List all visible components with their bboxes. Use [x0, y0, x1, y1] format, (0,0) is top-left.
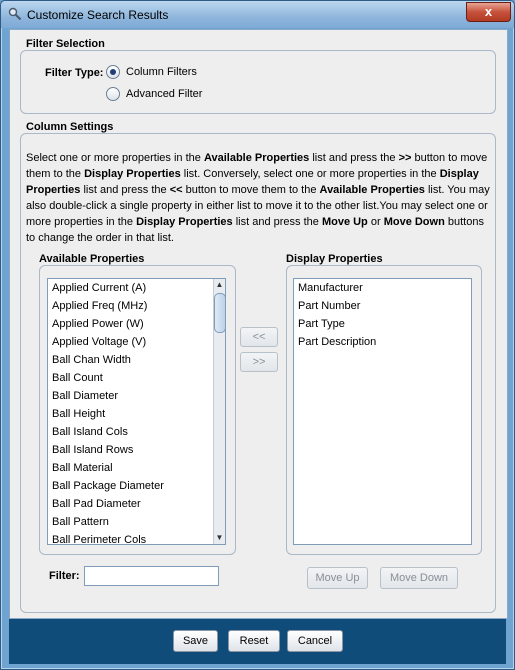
radio-advanced-filter[interactable]: Advanced Filter — [106, 87, 202, 101]
list-item[interactable]: Part Type — [294, 315, 471, 333]
instructions-segment: or — [367, 216, 384, 228]
list-item[interactable]: Ball Perimeter Cols — [48, 531, 225, 544]
window-title: Customize Search Results — [27, 8, 169, 22]
dialog-footer: Save Reset Cancel — [9, 619, 506, 664]
list-item[interactable]: Applied Freq (MHz) — [48, 297, 225, 315]
list-item[interactable]: Applied Power (W) — [48, 315, 225, 333]
list-item[interactable]: Applied Current (A) — [48, 279, 225, 297]
scroll-down-icon[interactable]: ▼ — [214, 532, 225, 544]
close-button[interactable]: x — [466, 2, 511, 22]
radio-column-filters-label: Column Filters — [126, 66, 197, 78]
reset-button[interactable]: Reset — [228, 630, 280, 652]
filter-selection-group — [20, 50, 496, 114]
list-item[interactable]: Part Description — [294, 333, 471, 351]
instructions-text: Select one or more properties in the Ava… — [26, 150, 496, 246]
instructions-segment: Display Properties — [136, 216, 233, 228]
instructions-segment: list and press the — [232, 216, 322, 228]
list-item[interactable]: Ball Height — [48, 405, 225, 423]
instructions-segment: list and press the — [309, 152, 399, 164]
scrollbar-thumb[interactable] — [214, 293, 225, 333]
available-properties-title: Available Properties — [39, 253, 145, 265]
dialog-content: Filter Selection Filter Type: Column Fil… — [9, 29, 508, 619]
display-items-container: Manufacturer Part Number Part Type Part Des… — [294, 279, 471, 351]
list-item[interactable]: Ball Material — [48, 459, 225, 477]
instructions-segment: << — [169, 184, 183, 196]
available-items-container: Applied Current (A) Applied Freq (MHz) App… — [48, 279, 225, 544]
display-properties-title: Display Properties — [286, 253, 383, 265]
available-scrollbar[interactable]: ▲ ▼ — [213, 279, 225, 544]
cancel-button[interactable]: Cancel — [287, 630, 343, 652]
column-settings-title: Column Settings — [26, 121, 114, 133]
list-item[interactable]: Ball Chan Width — [48, 351, 225, 369]
list-item[interactable]: Ball Diameter — [48, 387, 225, 405]
available-properties-list[interactable]: Applied Current (A) Applied Freq (MHz) App… — [47, 278, 226, 545]
instructions-segment: Available Properties — [319, 184, 425, 196]
move-down-button[interactable]: Move Down — [380, 567, 458, 589]
radio-advanced-filter-label: Advanced Filter — [126, 88, 203, 100]
instructions-segment: list and press the — [80, 184, 170, 196]
list-item[interactable]: Applied Voltage (V) — [48, 333, 225, 351]
move-up-button[interactable]: Move Up — [307, 567, 368, 589]
list-item[interactable]: Ball Count — [48, 369, 225, 387]
instructions-segment: Select one or more properties in the — [26, 152, 204, 164]
save-button[interactable]: Save — [173, 630, 218, 652]
scroll-up-icon[interactable]: ▲ — [214, 279, 225, 291]
instructions-segment: button to move them to the — [182, 184, 320, 196]
list-item[interactable]: Part Number — [294, 297, 471, 315]
radio-unselected-icon[interactable] — [106, 87, 120, 101]
instructions-segment: list. Conversely, select one or more pro… — [180, 168, 440, 180]
filter-label: Filter: — [49, 570, 80, 582]
display-properties-list[interactable]: Manufacturer Part Number Part Type Part Des… — [293, 278, 472, 545]
dialog-window: Customize Search Results x Filter Select… — [0, 0, 515, 670]
move-right-button[interactable]: >> — [240, 352, 278, 372]
list-item[interactable]: Manufacturer — [294, 279, 471, 297]
list-item[interactable]: Ball Pattern — [48, 513, 225, 531]
instructions-segment: Display Properties — [84, 168, 181, 180]
instructions-segment: Move Up — [321, 216, 368, 228]
filter-input[interactable] — [84, 566, 219, 586]
list-item[interactable]: Ball Package Diameter — [48, 477, 225, 495]
list-item[interactable]: Ball Island Rows — [48, 441, 225, 459]
list-item[interactable]: Ball Pad Diameter — [48, 495, 225, 513]
move-left-button[interactable]: << — [240, 327, 278, 347]
radio-selected-icon[interactable] — [106, 65, 120, 79]
search-icon — [8, 7, 22, 21]
list-item[interactable]: Ball Island Cols — [48, 423, 225, 441]
instructions-segment: Available Properties — [203, 152, 310, 164]
instructions-segment: Move Down — [383, 216, 445, 228]
instructions-segment: >> — [398, 152, 412, 164]
radio-column-filters[interactable]: Column Filters — [106, 65, 197, 79]
filter-selection-title: Filter Selection — [26, 38, 105, 50]
filter-type-label: Filter Type: — [45, 67, 104, 79]
title-bar[interactable]: Customize Search Results x — [1, 1, 514, 28]
